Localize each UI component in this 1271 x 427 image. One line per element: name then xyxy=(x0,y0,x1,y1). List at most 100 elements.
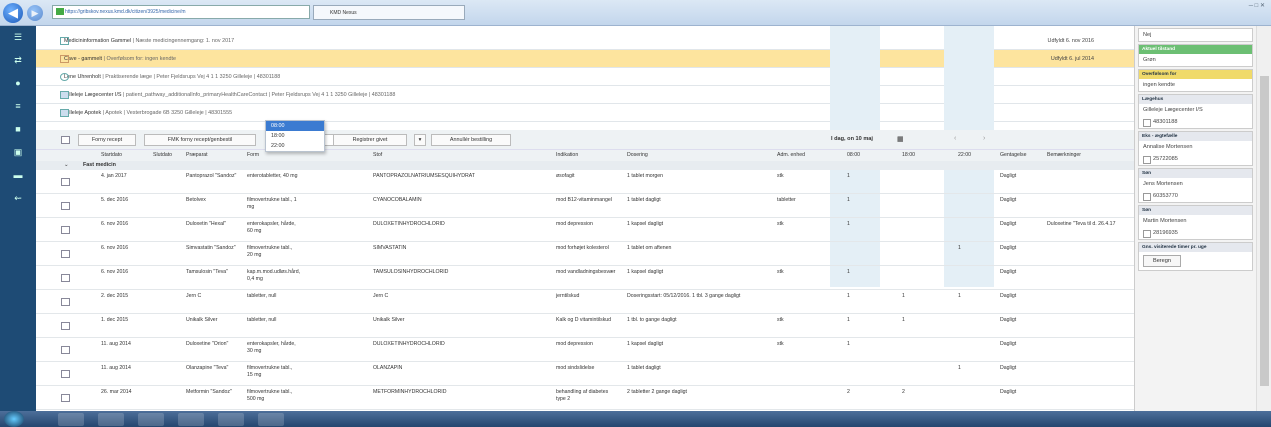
nav-list-icon[interactable]: ≡ xyxy=(0,95,36,118)
son1-section: Søn Jens Mortensen 60353770 xyxy=(1138,168,1253,203)
nav-folder-icon[interactable]: ■ xyxy=(0,118,36,141)
time-option[interactable]: 18:00 xyxy=(266,131,324,141)
row-checkbox[interactable] xyxy=(61,274,70,282)
col-startdato[interactable]: Startdato xyxy=(101,150,122,161)
cell-dos: Doseringsstart: 05/12/2016. 1 tbl. 3 gan… xyxy=(627,293,741,299)
info-detail: | patient_pathway_additionalInfo_primary… xyxy=(123,92,396,98)
nav-user-icon[interactable]: ● xyxy=(0,72,36,95)
table-row[interactable]: 11. aug 2014 Olanzapine "Teva" filmovertru… xyxy=(36,362,1134,386)
nav-arrows-icon[interactable]: ⇄ xyxy=(0,49,36,72)
col-adm[interactable]: Adm. enhed xyxy=(777,150,805,161)
col-indikation[interactable]: Indikation xyxy=(556,150,578,161)
cell-dos: 1 tablet om aftenen xyxy=(627,245,672,251)
col-1800[interactable]: 18:00 xyxy=(902,150,915,161)
col-gentagelse[interactable]: Gentagelse xyxy=(1000,150,1027,161)
explorer-taskbar-icon[interactable] xyxy=(58,413,84,426)
windows-taskbar xyxy=(0,411,1271,427)
row-checkbox[interactable] xyxy=(61,250,70,258)
media-taskbar-icon[interactable] xyxy=(138,413,164,426)
select-all-checkbox[interactable] xyxy=(61,136,70,144)
table-row[interactable]: 11. aug 2014 Duloxetine "Orion" enterokaps… xyxy=(36,338,1134,362)
row-checkbox[interactable] xyxy=(61,322,70,330)
row-checkbox[interactable] xyxy=(61,370,70,378)
nav-box-icon[interactable]: ▬ xyxy=(0,164,36,187)
table-row[interactable]: 2. dec 2015 Jern C tabletter, null Jern C je… xyxy=(36,290,1134,314)
col-dosering[interactable]: Dosering xyxy=(627,150,648,161)
info-title: Gilleleje Lægecenter I/S xyxy=(64,92,122,98)
cell-prep: Olanzapine "Teva" xyxy=(186,365,229,371)
col-2200[interactable]: 22:00 xyxy=(958,150,971,161)
fmk-forny-button[interactable]: FMK forny recept/genbestil xyxy=(144,134,256,146)
section-header: Eks - ægtefælle xyxy=(1139,132,1252,141)
browser-titlebar: ◀ ▶ https://gribskov.nexus.kmd.dk/citize… xyxy=(0,0,1271,26)
time-dropdown[interactable]: 08:00 18:00 22:00 xyxy=(265,120,325,152)
row-checkbox[interactable] xyxy=(61,394,70,402)
group-header[interactable]: ⌄ Fast medicin xyxy=(36,161,1134,170)
time-option[interactable]: 22:00 xyxy=(266,141,324,151)
patient-sidebar: Nej Aktuel tilstand Grøn Overfølsom for … xyxy=(1134,26,1256,411)
cell-d1: 1 xyxy=(847,197,850,203)
calendar-icon[interactable]: ▦ xyxy=(897,135,904,143)
browser-tab[interactable]: KMD Nexus xyxy=(313,5,465,20)
nav-camera-icon[interactable]: ▣ xyxy=(0,141,36,164)
scroll-thumb[interactable] xyxy=(1260,76,1269,386)
row-checkbox[interactable] xyxy=(61,226,70,234)
phone-number[interactable]: 48301188 xyxy=(1139,116,1252,128)
table-row[interactable]: 4. jan 2017 Pantoprazol "Sandoz" enterotab… xyxy=(36,170,1134,194)
nav-menu-icon[interactable]: ☰ xyxy=(0,26,36,49)
col-stof[interactable]: Stof xyxy=(373,150,382,161)
dropdown-toggle-button[interactable]: ▾ xyxy=(414,134,426,146)
chrome-taskbar-icon[interactable] xyxy=(178,413,204,426)
row-checkbox[interactable] xyxy=(61,202,70,210)
row-checkbox[interactable] xyxy=(61,298,70,306)
table-row[interactable]: 6. nov 2016 Duloxetin "Hexal" enterokapsle… xyxy=(36,218,1134,242)
cell-start: 6. nov 2016 xyxy=(101,245,129,251)
info-detail: | Apotek | Vesterbrogade 6B 3250 Gillele… xyxy=(102,110,233,116)
row-checkbox[interactable] xyxy=(61,178,70,186)
time-option[interactable]: 08:00 xyxy=(266,121,324,131)
cell-form: enterokapsler, hårde, 30 mg xyxy=(247,341,296,354)
table-row[interactable]: 1. dec 2015 Unikalk Silver tabletter, null… xyxy=(36,314,1134,338)
address-bar[interactable]: https://gribskov.nexus.kmd.dk/citizen/39… xyxy=(52,5,310,19)
cell-rep: Dagligt xyxy=(1000,365,1017,371)
row-checkbox[interactable] xyxy=(61,346,70,354)
annuller-bestilling-button[interactable]: Annullér bestilling xyxy=(431,134,511,146)
chevron-down-icon[interactable]: ⌄ xyxy=(64,161,69,170)
registrer-givet-button[interactable]: Registrer givet xyxy=(333,134,407,146)
table-row[interactable]: 6. nov 2016 Tamsulosin "Teva" kap.m.mod.ud… xyxy=(36,266,1134,290)
section-header: Søn xyxy=(1139,169,1252,178)
browser-taskbar-icon[interactable] xyxy=(98,413,124,426)
col-form[interactable]: Form xyxy=(247,150,259,161)
forward-arrow-icon[interactable]: ▶ xyxy=(27,5,43,21)
outlook-taskbar-icon[interactable] xyxy=(218,413,244,426)
col-slutdato[interactable]: Slutdato xyxy=(153,150,172,161)
back-arrow-icon[interactable]: ◀ xyxy=(3,3,23,23)
word-taskbar-icon[interactable] xyxy=(258,413,284,426)
section-value: Grøn xyxy=(1143,57,1156,63)
phone-number[interactable]: 60353770 xyxy=(1139,190,1252,202)
cell-start: 4. jan 2017 xyxy=(101,173,127,179)
phone-number[interactable]: 25722085 xyxy=(1139,153,1252,165)
nav-share-icon[interactable]: ⇜ xyxy=(0,187,36,210)
cell-ind: mod depression xyxy=(556,341,593,347)
forny-recept-button[interactable]: Forny recept xyxy=(78,134,136,146)
window-controls[interactable]: ─ □ ✕ xyxy=(1205,2,1265,20)
start-button-icon[interactable] xyxy=(4,411,24,427)
beregn-button[interactable]: Beregn xyxy=(1143,255,1181,267)
col-praeparat[interactable]: Præparat xyxy=(186,150,208,161)
cell-rep: Dagligt xyxy=(1000,173,1017,179)
table-row[interactable]: 5. dec 2016 Betolvex filmovertrukne tabl.,… xyxy=(36,194,1134,218)
col-bemaerkninger[interactable]: Bemærkninger xyxy=(1047,150,1081,161)
table-row[interactable]: 6. nov 2016 Simvastatin "Sandoz" filmovert… xyxy=(36,242,1134,266)
next-day-icon[interactable]: › xyxy=(983,135,985,142)
cell-prep: Duloxetin "Hexal" xyxy=(186,221,227,227)
vertical-scrollbar[interactable] xyxy=(1256,26,1271,411)
table-row[interactable]: 26. mar 2014 Metformin "Sandoz" filmovertr… xyxy=(36,386,1134,410)
col-0800[interactable]: 08:00 xyxy=(847,150,860,161)
cell-start: 11. aug 2014 xyxy=(101,365,131,371)
cell-stof: PANTOPRAZOLNATRIUMSESQUIHYDRAT xyxy=(373,173,475,179)
phone-number[interactable]: 28196935 xyxy=(1139,227,1252,239)
prev-day-icon[interactable]: ‹ xyxy=(954,135,956,142)
cell-dos: 1 tablet morgen xyxy=(627,173,664,179)
cell-d3: 1 xyxy=(958,365,961,371)
